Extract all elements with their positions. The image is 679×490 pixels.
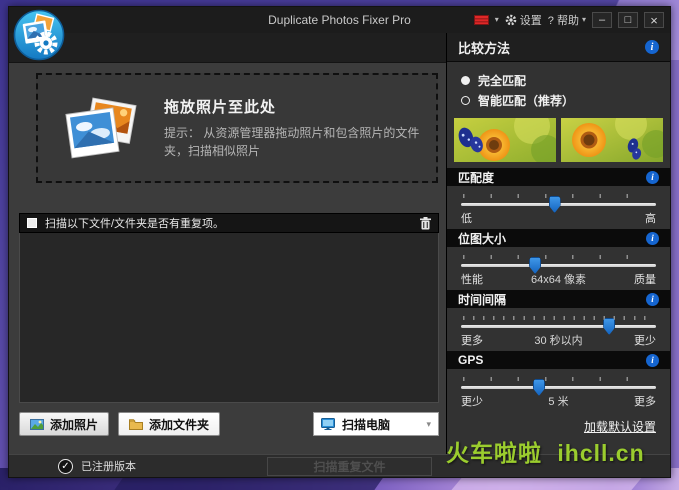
slider-label-center: 64x64 像素 (483, 271, 634, 287)
slider-label-left: 更少 (461, 393, 483, 409)
radio-smart-label: 智能匹配（推荐） (478, 92, 574, 109)
add-photos-label: 添加照片 (50, 416, 98, 433)
section-title: 时间间隔 (458, 291, 506, 308)
compare-method-header: 比较方法 i (447, 33, 670, 62)
scan-target-dropdown[interactable]: 扫描电脑 ▾ (313, 412, 439, 436)
slider-label-left: 性能 (461, 271, 483, 287)
info-icon[interactable]: i (646, 171, 659, 184)
scan-duplicates-button[interactable]: 扫描重复文件 (267, 457, 432, 476)
radio-smart-match[interactable]: 智能匹配（推荐） (461, 90, 656, 110)
registered-version-label: 已注册版本 (81, 458, 136, 474)
dropzone-title: 拖放照片至此处 (164, 96, 436, 117)
load-defaults-link[interactable]: 加载默认设置 (584, 420, 656, 434)
slider-label-center: 5 米 (483, 393, 634, 409)
settings-menu[interactable]: 设置 (505, 12, 542, 28)
select-all-checkbox[interactable] (27, 218, 37, 228)
section-header-time-interval: 时间间隔 i (447, 290, 670, 308)
computer-icon (321, 418, 335, 430)
slider-label-right: 更多 (634, 393, 656, 409)
folder-icon (129, 419, 143, 430)
section-title: 匹配度 (458, 169, 494, 186)
photo-drop-zone[interactable]: 拖放照片至此处 提示： 从资源管理器拖动照片和包含照片的文件夹，扫描相似照片 (36, 73, 438, 183)
info-icon[interactable]: i (645, 40, 659, 54)
status-bar: ✓ 已注册版本 扫描重复文件 (9, 454, 670, 477)
slider-track[interactable] (461, 264, 656, 267)
scan-target-value: 扫描电脑 (342, 416, 390, 433)
section-header-bitmap-size: 位图大小 i (447, 229, 670, 247)
slider-track[interactable] (461, 325, 656, 328)
add-folder-label: 添加文件夹 (149, 416, 209, 433)
language-flag-icon[interactable] (474, 15, 489, 25)
settings-label: 设置 (520, 12, 542, 28)
slider-label-center: 30 秒以内 (483, 332, 634, 348)
chevron-down-icon: ▾ (582, 16, 586, 24)
info-icon[interactable]: i (646, 293, 659, 306)
left-panel: 拖放照片至此处 提示： 从资源管理器拖动照片和包含照片的文件夹，扫描相似照片 扫… (9, 33, 446, 454)
radio-exact-match[interactable]: 完全匹配 (461, 70, 656, 90)
slider-time-interval: 更多 30 秒以内 更少 (447, 308, 670, 351)
slider-label-right: 质量 (634, 271, 656, 287)
section-title: 位图大小 (458, 230, 506, 247)
scan-file-list: 扫描以下文件/文件夹是否有重复项。 (19, 213, 439, 403)
slider-label-right: 高 (645, 210, 656, 226)
photo-icon (30, 419, 44, 430)
section-header-gps: GPS i (447, 351, 670, 369)
info-icon[interactable]: i (646, 232, 659, 245)
radio-exact-label: 完全匹配 (478, 72, 526, 89)
gear-icon (505, 14, 517, 26)
slider-gps: 更少 5 米 更多 (447, 369, 670, 412)
trash-icon (420, 217, 431, 230)
sample-image-left (454, 118, 556, 162)
file-list-header: 扫描以下文件/文件夹是否有重复项。 (19, 213, 439, 233)
chevron-down-icon: ▾ (426, 419, 431, 430)
minimize-button[interactable]: – (592, 12, 612, 28)
sample-image-right (561, 118, 663, 162)
title-bar: Duplicate Photos Fixer Pro ▾ 设置 ? 帮助 ▾ –… (9, 7, 670, 33)
file-list-header-label: 扫描以下文件/文件夹是否有重复项。 (45, 215, 224, 231)
close-button[interactable]: × (644, 12, 664, 28)
section-header-match-level: 匹配度 i (447, 168, 670, 186)
slider-label-left: 低 (461, 210, 472, 226)
radio-dot (461, 96, 470, 105)
check-icon: ✓ (58, 459, 73, 474)
info-icon[interactable]: i (646, 354, 659, 367)
settings-panel: 比较方法 i 完全匹配 智能匹配（推荐） (446, 33, 670, 454)
chevron-down-icon[interactable]: ▾ (495, 16, 499, 24)
add-folder-button[interactable]: 添加文件夹 (118, 412, 220, 436)
add-photos-button[interactable]: 添加照片 (19, 412, 109, 436)
slider-track[interactable] (461, 203, 656, 206)
file-list-body[interactable] (19, 233, 439, 403)
radio-dot (461, 76, 470, 85)
toolbar-strip (9, 33, 446, 63)
maximize-button[interactable]: □ (618, 12, 638, 28)
photo-stack-icon (58, 87, 142, 169)
slider-ticks (463, 377, 654, 381)
slider-ticks (463, 316, 654, 320)
help-menu[interactable]: ? 帮助 ▾ (548, 12, 586, 28)
dropzone-hint: 提示： 从资源管理器拖动照片和包含照片的文件夹，扫描相似照片 (164, 124, 436, 160)
section-title: GPS (458, 353, 483, 367)
delete-all-button[interactable] (420, 217, 431, 230)
help-label: ? 帮助 (548, 12, 579, 28)
slider-ticks (463, 255, 654, 259)
slider-label-right: 更少 (634, 332, 656, 348)
slider-match-level: 低 高 (447, 186, 670, 229)
slider-label-left: 更多 (461, 332, 483, 348)
slider-track[interactable] (461, 386, 656, 389)
slider-bitmap-size: 性能 64x64 像素 质量 (447, 247, 670, 290)
compare-method-title: 比较方法 (458, 38, 510, 57)
desktop-background: Duplicate Photos Fixer Pro ▾ 设置 ? 帮助 ▾ –… (0, 0, 679, 490)
app-window: Duplicate Photos Fixer Pro ▾ 设置 ? 帮助 ▾ –… (8, 6, 671, 478)
app-logo (13, 9, 65, 61)
